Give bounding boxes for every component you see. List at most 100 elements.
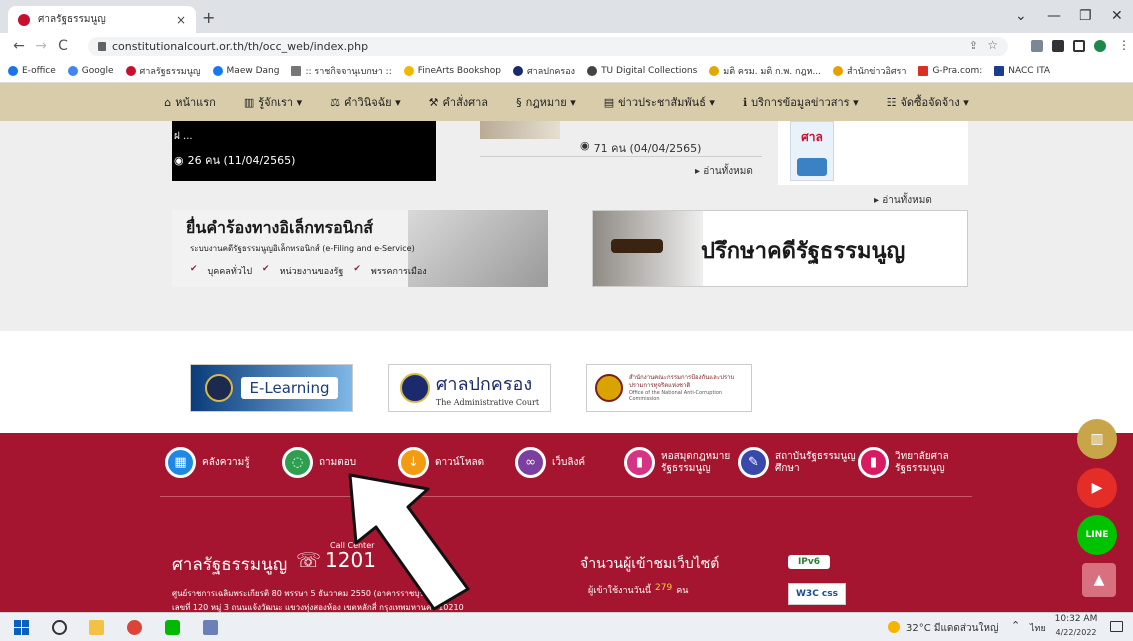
reload-button[interactable]: C <box>52 38 74 54</box>
elearning-link[interactable]: E-Learning <box>190 364 353 412</box>
bookmark-item[interactable]: ศาลรัฐธรรมนูญ <box>125 64 201 78</box>
book-cover-title: ศาล <box>801 130 823 144</box>
menu-item-law[interactable]: § กฎหมาย ▾ <box>516 93 576 111</box>
browser-tab[interactable]: ศาลรัฐธรรมนูญ × <box>8 6 196 33</box>
photos-app-icon[interactable] <box>203 620 218 635</box>
footer-org-name: ศาลรัฐธรรมนูญ <box>172 555 288 575</box>
back-button[interactable]: ← <box>8 38 30 54</box>
home-icon: ⌂ <box>164 95 172 109</box>
law-icon: § <box>516 95 522 109</box>
banner-option: พรรคการเมือง <box>370 267 427 277</box>
line-app-icon[interactable] <box>165 620 180 635</box>
visitors-today: ผู้เข้าใช้งานวันนี้ 279 คน <box>588 583 689 596</box>
eye-icon: ◉ <box>174 153 184 167</box>
consult-banner[interactable]: ปรึกษาคดีรัฐธรรมนูญ <box>592 210 968 287</box>
read-more-link[interactable]: ▸ อ่านทั้งหมด <box>695 164 753 179</box>
extension-icon[interactable] <box>1031 40 1043 52</box>
news-mid-views: 71 คน (04/04/2565) <box>593 142 702 155</box>
notification-icon[interactable] <box>1110 621 1123 632</box>
building-icon: ▥ <box>243 95 255 109</box>
footer: ▦ คลังความรู้ ◌ ถามตอบ ↓ ดาวน์โหลด ∞ เว็บลิง… <box>0 433 1133 612</box>
phone-icon: ☏ <box>296 548 322 572</box>
ipv6-badge[interactable]: IPv6 <box>788 555 830 569</box>
divider <box>480 156 762 157</box>
windows-start-icon[interactable] <box>14 620 29 635</box>
news-icon: ▤ <box>603 95 615 109</box>
bookmark-item[interactable]: FineArts Bookshop <box>403 65 501 76</box>
check-icon: ✔ <box>353 264 361 274</box>
menu-item-news[interactable]: ▤ ข่าวประชาสัมพันธ์ ▾ <box>604 93 715 111</box>
chrome-icon[interactable] <box>127 620 142 635</box>
sidepanel-icon[interactable] <box>1073 40 1085 52</box>
menu-item-orders[interactable]: ⚒ คำสั่งศาล <box>429 93 488 111</box>
faq-icon: ◌ <box>282 447 313 478</box>
bookmark-item[interactable]: :: ราชกิจจานุเบกษา :: <box>291 64 392 78</box>
book-card[interactable]: ศาล <box>778 121 968 185</box>
menu-item-info[interactable]: ℹ บริการข้อมูลข่าวสาร ▾ <box>743 93 859 111</box>
forward-button[interactable]: → <box>30 38 52 54</box>
line-icon[interactable]: LINE <box>1077 515 1117 555</box>
news-thumbnail[interactable] <box>480 121 560 139</box>
seal-icon <box>205 374 234 402</box>
menu-item-rulings[interactable]: ⚖ คำวินิจฉัย ▾ <box>330 93 401 111</box>
restore-button[interactable]: ❐ <box>1079 8 1092 24</box>
bookmark-icon <box>403 65 414 76</box>
efiling-banner[interactable]: ยื่นคำร้องทางอิเล็กทรอนิกส์ ระบบงานคดีรั… <box>172 210 548 287</box>
language-indicator[interactable]: ไทย <box>1030 621 1046 635</box>
minimize-button[interactable]: — <box>1047 8 1061 24</box>
admin-court-link[interactable]: ศาลปกครอง The Administrative Court <box>388 364 551 412</box>
share-icon[interactable]: ⇪ <box>969 39 978 52</box>
youtube-icon[interactable]: ▶ <box>1077 468 1117 508</box>
close-window-button[interactable]: ✕ <box>1111 8 1123 24</box>
bookmark-item[interactable]: มติ ครม. มติ ก.พ. กฎห... <box>709 64 821 78</box>
bookmark-item[interactable]: E-office <box>8 65 56 76</box>
quick-link-weblink[interactable]: ∞ เว็บลิงค์ <box>515 447 585 478</box>
profile-avatar-icon[interactable] <box>1094 40 1106 52</box>
clock-date[interactable]: 4/22/2022 <box>1054 628 1098 637</box>
read-more-link[interactable]: ▸ อ่านทั้งหมด <box>874 193 932 208</box>
bookmark-item[interactable]: สำนักข่าวอิศรา <box>833 64 906 78</box>
bookmark-icon <box>8 65 18 76</box>
bookmark-icon <box>512 65 523 76</box>
book-cover-illustration <box>797 158 827 176</box>
bookmark-star-icon[interactable]: ☆ <box>987 38 998 52</box>
bookmark-item[interactable]: G-Pra.com: <box>918 65 982 76</box>
quick-link-institute[interactable]: ✎ สถาบันรัฐธรรมนูญศึกษา <box>738 447 856 478</box>
address-bar: ← → C constitutionalcourt.or.th/th/occ_w… <box>0 33 1133 59</box>
new-tab-button[interactable]: + <box>202 8 215 27</box>
quick-link-knowledge[interactable]: ▦ คลังความรู้ <box>165 447 250 478</box>
file-explorer-icon[interactable] <box>89 620 104 635</box>
bookmark-icon <box>918 65 929 76</box>
search-icon[interactable] <box>52 620 67 635</box>
gavel-icon: ⚒ <box>428 95 439 109</box>
quick-link-college[interactable]: ▮ วิทยาลัยศาลรัฐธรรมนูญ <box>858 447 968 478</box>
tab-close-button[interactable]: × <box>176 13 186 27</box>
url-field[interactable]: constitutionalcourt.or.th/th/occ_web/ind… <box>88 37 1008 56</box>
puzzle-icon[interactable] <box>1052 40 1064 52</box>
bookmark-item[interactable]: ศาลปกครอง <box>512 64 575 78</box>
magazine-icon[interactable]: ▥ <box>1077 419 1117 459</box>
nacc-link[interactable]: สำนักงานคณะกรรมการป้องกันและปราบปรามการท… <box>586 364 752 412</box>
bookmark-item[interactable]: Maew Dang <box>212 65 279 76</box>
chevron-up-icon[interactable]: ⌃ <box>1011 619 1020 632</box>
menu-item-about[interactable]: ▥ รู้จักเรา ▾ <box>244 93 302 111</box>
banner-option: บุคคลทั่วไป <box>207 267 253 277</box>
library-icon: ▮ <box>624 447 655 478</box>
clock-time[interactable]: 10:32 AM <box>1054 614 1098 624</box>
menu-item-home[interactable]: ⌂ หน้าแรก <box>164 93 216 111</box>
tab-search-button[interactable]: ⌄ <box>1015 8 1027 24</box>
bookmark-icon <box>212 65 223 76</box>
bookmark-item[interactable]: Google <box>67 65 114 76</box>
institute-icon: ✎ <box>738 447 769 478</box>
site-main-menu: ⌂ หน้าแรก ▥ รู้จักเรา ▾ ⚖ คำวินิจฉัย ▾ ⚒ คำส… <box>0 83 1133 121</box>
scroll-top-icon[interactable]: ▲ <box>1082 563 1116 597</box>
news-card-dark[interactable]: ฝ ... ◉ 26 คน (11/04/2565) <box>172 121 436 181</box>
bookmark-item[interactable]: NACC ITA <box>994 65 1050 76</box>
kebab-menu-icon[interactable]: ⋮ <box>1118 38 1130 52</box>
w3c-badge[interactable]: W3C css <box>788 583 846 605</box>
url-text: constitutionalcourt.or.th/th/occ_web/ind… <box>112 40 369 53</box>
quick-link-library[interactable]: ▮ หอสมุดกฎหมายรัฐธรรมนูญ <box>624 447 736 478</box>
weather-text[interactable]: 32°C มีแดดส่วนใหญ่ <box>906 621 998 636</box>
menu-item-procurement[interactable]: ☷ จัดซื้อจัดจ้าง ▾ <box>887 93 969 111</box>
bookmark-item[interactable]: TU Digital Collections <box>587 65 697 76</box>
